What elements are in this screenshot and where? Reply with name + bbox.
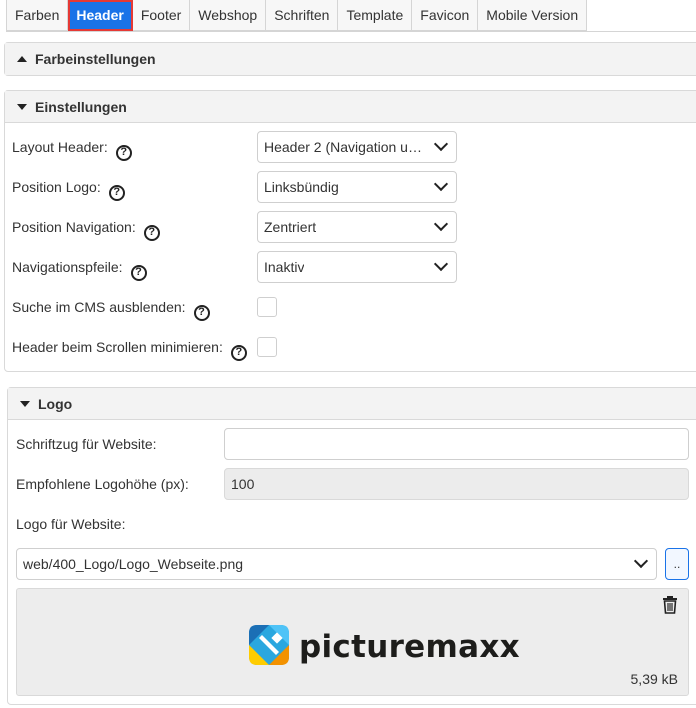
caret-up-icon <box>17 56 27 62</box>
chevron-down-icon <box>433 176 449 192</box>
browse-button[interactable]: .. <box>665 548 689 580</box>
schriftzug-input[interactable] <box>224 428 689 460</box>
einstellungen-header[interactable]: Einstellungen <box>5 91 696 123</box>
tab-header[interactable]: Header <box>68 0 133 31</box>
picturemaxx-logo-text: picturemaxx <box>299 628 520 665</box>
logo-title: Logo <box>38 395 73 412</box>
navigationspfeile-value: Inaktiv <box>264 259 305 275</box>
chevron-down-icon <box>633 553 649 569</box>
chevron-down-icon <box>433 136 449 152</box>
logohoehe-value: 100 <box>231 476 255 492</box>
tab-bar: Farben Header Footer Webshop Schriften T… <box>6 0 696 32</box>
tab-schriften[interactable]: Schriften <box>266 0 339 31</box>
layout-header-row: Layout Header:? Header 2 (Navigation un.… <box>5 131 696 163</box>
picturemaxx-logo: picturemaxx <box>249 625 520 668</box>
logo-header[interactable]: Logo <box>8 388 696 420</box>
schriftzug-label: Schriftzug für Website: <box>16 436 157 452</box>
position-logo-value: Linksbündig <box>264 179 339 195</box>
logohoehe-label: Empfohlene Logohöhe (px): <box>16 476 189 492</box>
tab-footer[interactable]: Footer <box>132 0 191 31</box>
help-icon[interactable]: ? <box>108 184 125 201</box>
logohoehe-input: 100 <box>224 468 689 500</box>
position-navigation-row: Position Navigation:? Zentriert <box>5 211 696 243</box>
navigationspfeile-label: Navigationspfeile:? <box>12 259 147 281</box>
tab-mobile-version[interactable]: Mobile Version <box>478 0 588 31</box>
tab-template[interactable]: Template <box>338 0 413 31</box>
einstellungen-title: Einstellungen <box>35 98 127 115</box>
tab-farben[interactable]: Farben <box>6 0 69 31</box>
picturemaxx-logo-icon <box>249 625 289 668</box>
navigationspfeile-row: Navigationspfeile:? Inaktiv <box>5 251 696 283</box>
file-size: 5,39 kB <box>630 671 678 687</box>
help-icon[interactable]: ? <box>230 344 247 361</box>
tab-favicon[interactable]: Favicon <box>412 0 479 31</box>
suche-ausblenden-label: Suche im CMS ausblenden:? <box>12 299 210 321</box>
logo-website-label: Logo für Website: <box>16 516 126 532</box>
farbeinstellungen-header[interactable]: Farbeinstellungen <box>5 43 696 75</box>
navigationspfeile-select[interactable]: Inaktiv <box>257 251 457 283</box>
layout-header-label: Layout Header:? <box>12 139 132 161</box>
caret-down-icon <box>20 400 30 407</box>
position-navigation-select[interactable]: Zentriert <box>257 211 457 243</box>
suche-ausblenden-checkbox[interactable] <box>257 297 277 317</box>
help-icon[interactable]: ? <box>115 144 132 161</box>
logo-panel: Logo Schriftzug für Website: Empfohlene … <box>7 387 696 705</box>
farbeinstellungen-panel: Farbeinstellungen <box>4 42 696 76</box>
logo-website-label-row: Logo für Website: <box>8 508 696 540</box>
position-logo-label: Position Logo:? <box>12 179 125 201</box>
farbeinstellungen-title: Farbeinstellungen <box>35 51 156 67</box>
position-logo-row: Position Logo:? Linksbündig <box>5 171 696 203</box>
trash-icon[interactable] <box>662 596 678 617</box>
logo-file-value: web/400_Logo/Logo_Webseite.png <box>23 556 244 572</box>
header-minimieren-checkbox[interactable] <box>257 337 277 357</box>
caret-down-icon <box>17 103 27 110</box>
header-minimieren-label: Header beim Scrollen minimieren:? <box>12 339 247 361</box>
header-minimieren-row: Header beim Scrollen minimieren:? <box>5 331 696 363</box>
help-icon[interactable]: ? <box>193 304 210 321</box>
logo-file-select[interactable]: web/400_Logo/Logo_Webseite.png <box>16 548 657 580</box>
suche-ausblenden-row: Suche im CMS ausblenden:? <box>5 291 696 323</box>
schriftzug-row: Schriftzug für Website: <box>8 428 696 460</box>
einstellungen-panel: Einstellungen Layout Header:? Header 2 (… <box>4 90 696 372</box>
chevron-down-icon <box>433 216 449 232</box>
help-icon[interactable]: ? <box>130 264 147 281</box>
layout-header-value: Header 2 (Navigation un... <box>264 139 424 155</box>
logo-preview: picturemaxx 5,39 kB <box>16 588 689 696</box>
help-icon[interactable]: ? <box>143 224 160 241</box>
position-logo-select[interactable]: Linksbündig <box>257 171 457 203</box>
position-navigation-label: Position Navigation:? <box>12 219 160 241</box>
logohoehe-row: Empfohlene Logohöhe (px): 100 <box>8 468 696 500</box>
chevron-down-icon <box>433 256 449 272</box>
position-navigation-value: Zentriert <box>264 219 317 235</box>
layout-header-select[interactable]: Header 2 (Navigation un... <box>257 131 457 163</box>
tab-webshop[interactable]: Webshop <box>190 0 267 31</box>
